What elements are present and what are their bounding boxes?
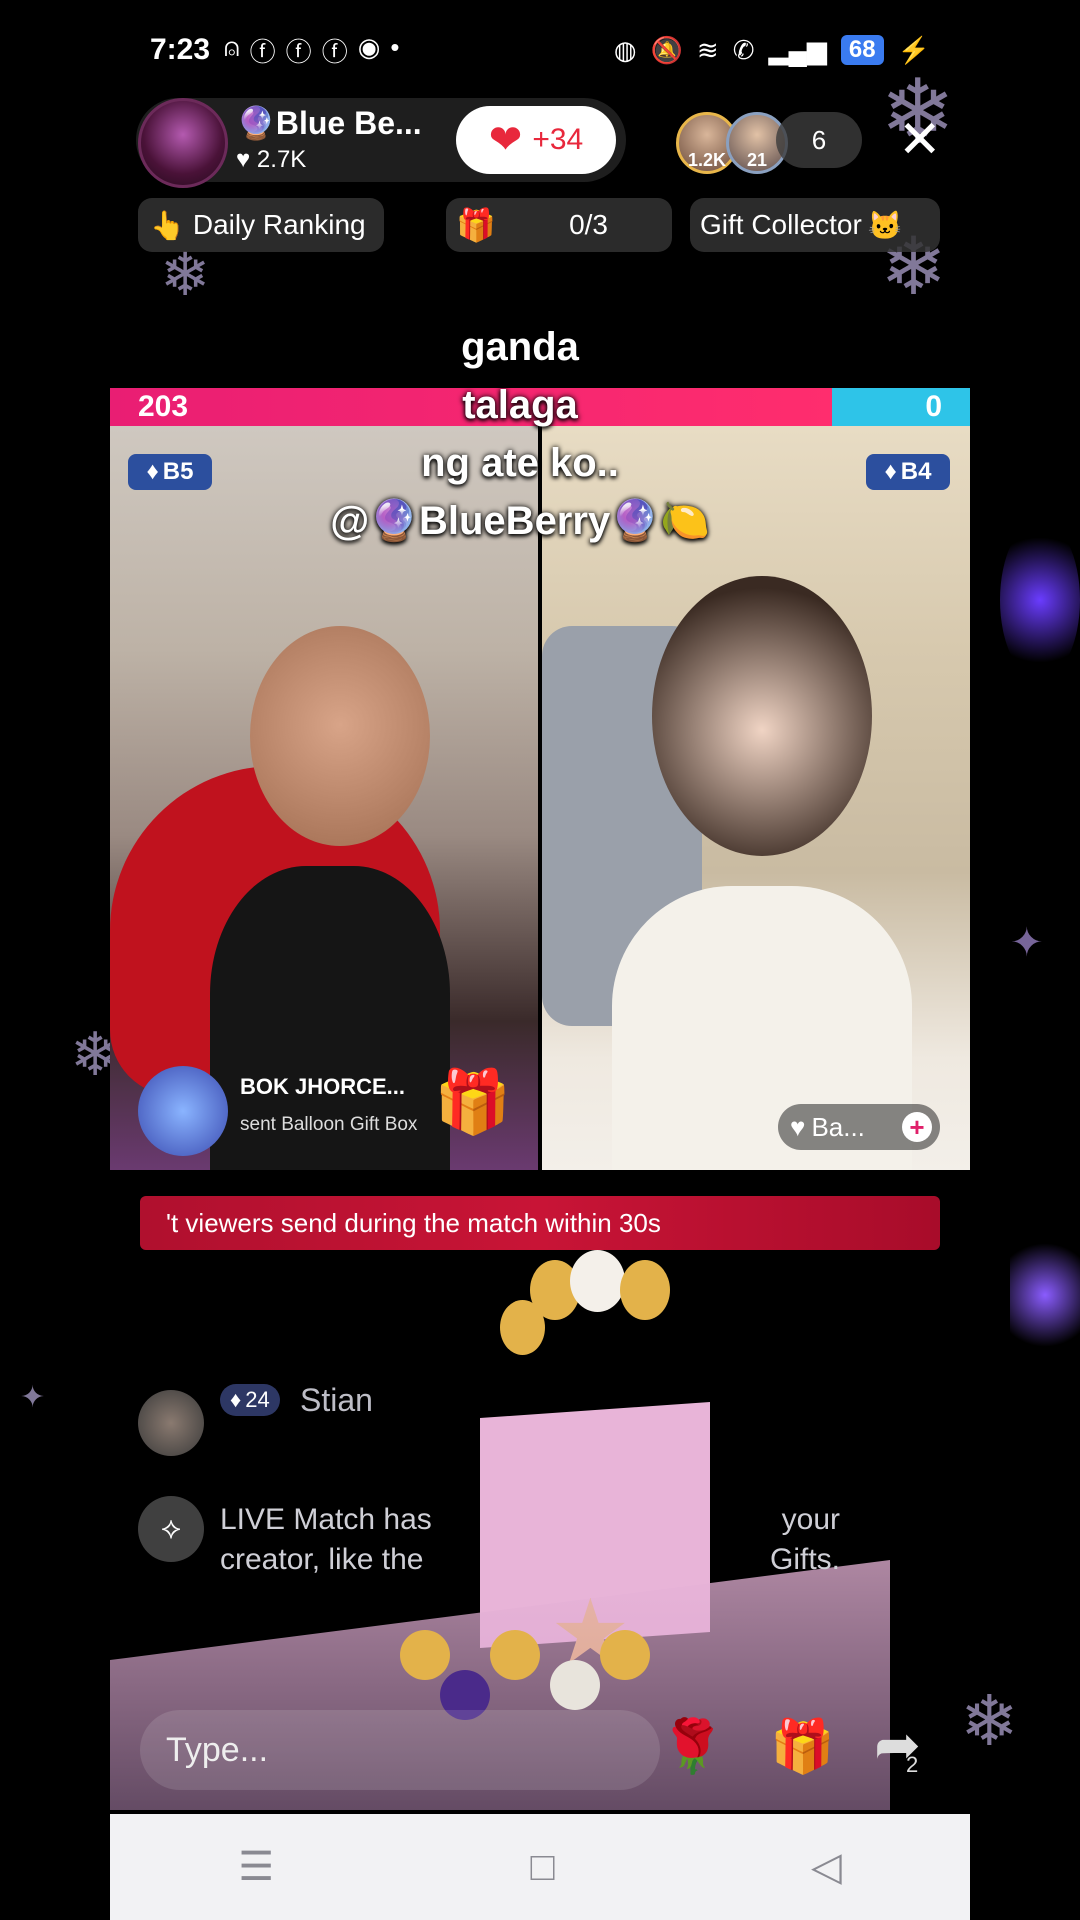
- badge-right: ♦ B4: [866, 454, 950, 490]
- task-progress-chip[interactable]: 🎁 0/3: [446, 198, 672, 252]
- vpn-icon: ◍: [613, 34, 637, 65]
- gift-collector-label: Gift Collector: [700, 209, 862, 240]
- hand-icon: 👆: [150, 209, 185, 241]
- system-nav-bar: ☰ □ ◁: [110, 1814, 970, 1920]
- gift-notification: BOK JHORCE... sent Balloon Gift Box 🎁: [138, 1066, 511, 1160]
- signal-icon: ▂▄▆: [768, 34, 827, 65]
- right-host-name: Ba...: [811, 1111, 865, 1142]
- commenter-avatar[interactable]: [138, 1390, 204, 1456]
- close-icon[interactable]: ✕: [898, 112, 942, 168]
- diamond-icon: ♦: [146, 458, 159, 485]
- home-icon[interactable]: □: [530, 1845, 554, 1890]
- caption-overlay: ganda talaga ng ate ko.. @🔮BlueBerry🔮🍋: [300, 318, 740, 550]
- caption-line: @🔮BlueBerry🔮🍋: [330, 499, 710, 543]
- host-face: [652, 576, 872, 856]
- comment-placeholder: Type...: [166, 1730, 269, 1769]
- glow-decoration: [1000, 520, 1080, 680]
- caption-line: ng ate ko..: [421, 441, 619, 485]
- follow-plus-icon[interactable]: +: [902, 1112, 932, 1142]
- system-icons: ◍ 🔕 ≋ ✆ ▂▄▆ 68 ⚡: [614, 35, 930, 66]
- snowflake-decoration: ❄: [960, 1682, 1019, 1760]
- live-msg-text: Gifts.: [769, 1543, 840, 1576]
- dot-icon: •: [390, 31, 400, 62]
- live-match-icon: ⟡: [138, 1496, 204, 1562]
- treasure-icon: 🎁: [456, 207, 496, 243]
- sparkle-decoration: ✦: [1010, 921, 1044, 965]
- heart-icon: ❤: [488, 118, 523, 162]
- facebook-icon: ⓕ: [249, 36, 276, 67]
- wifi-icon: ≋: [696, 34, 719, 65]
- commenter-name[interactable]: Stian: [300, 1382, 373, 1419]
- gift-icon[interactable]: 🎁: [770, 1716, 835, 1777]
- diamond-icon: ♦: [884, 458, 897, 485]
- like-button[interactable]: ❤ +34: [456, 106, 616, 174]
- live-msg-text: your: [781, 1503, 840, 1536]
- viewer-2-label: 21: [746, 150, 768, 170]
- host-likes: ♥ 2.7K: [236, 146, 306, 174]
- gift-text: sent Balloon Gift Box: [240, 1114, 418, 1135]
- heart-icon: ♥: [236, 146, 251, 173]
- viewer-count[interactable]: 6: [776, 112, 862, 168]
- butterfly-decoration: [1010, 1230, 1080, 1360]
- gift-box-icon: 🎁: [434, 1068, 512, 1137]
- back-icon[interactable]: ◁: [811, 1844, 842, 1890]
- facebook-icon: ⓕ: [321, 36, 348, 67]
- facebook-icon: ⓕ: [285, 36, 312, 67]
- diamond-icon: ♦: [230, 1387, 242, 1412]
- badge-left: ♦ B5: [128, 454, 212, 490]
- score-right: 0: [832, 388, 970, 426]
- comment-input[interactable]: Type...: [140, 1710, 660, 1790]
- daily-ranking-label: Daily Ranking: [192, 209, 366, 240]
- like-count: +34: [532, 123, 584, 156]
- person-icon: ⍝: [224, 31, 240, 62]
- live-match-message: LIVE Match has your creator, like the Gi…: [220, 1500, 840, 1580]
- host-name[interactable]: 🔮Blue Be...: [236, 104, 422, 142]
- viewer-1-label: 1.2K: [687, 150, 727, 170]
- caption-line: ganda: [461, 325, 579, 369]
- mute-icon: 🔕: [650, 34, 683, 65]
- right-host-name-tag[interactable]: ♥ Ba... +: [778, 1104, 940, 1150]
- sparkle-decoration: ✦: [20, 1381, 46, 1414]
- host-avatar[interactable]: [138, 98, 228, 188]
- badge-left-label: B5: [162, 458, 194, 485]
- badge-right-label: B4: [900, 458, 932, 485]
- sender-avatar: [138, 1066, 228, 1156]
- caption-line: talaga: [462, 383, 578, 427]
- share-count: 2: [906, 1752, 919, 1777]
- live-msg-text: creator, like the: [220, 1543, 424, 1576]
- gift-collector-chip[interactable]: Gift Collector 🐱: [690, 198, 940, 252]
- host-likes-count: 2.7K: [256, 146, 307, 173]
- rose-gift-icon[interactable]: 🌹: [660, 1716, 725, 1777]
- user-level: 24: [245, 1387, 270, 1412]
- gift-sender: BOK JHORCE...: [240, 1074, 406, 1099]
- notification-icons: ⍝ ⓕ ⓕ ⓕ ◉ •: [224, 32, 399, 69]
- user-level-badge: ♦ 24: [220, 1384, 280, 1416]
- host-face: [250, 626, 430, 846]
- call-icon: ✆: [732, 34, 755, 65]
- cat-icon: 🐱: [867, 209, 903, 241]
- status-time: 7:23: [150, 33, 211, 66]
- menu-icon[interactable]: ☰: [238, 1844, 274, 1890]
- live-msg-text: LIVE Match has: [220, 1503, 432, 1536]
- battery-level: 68: [840, 35, 884, 65]
- charging-icon: ⚡: [897, 34, 930, 65]
- daily-ranking-chip[interactable]: 👆 Daily Ranking: [138, 198, 384, 252]
- task-progress-label: 0/3: [569, 209, 608, 240]
- heart-icon: ♥: [790, 1111, 806, 1142]
- status-bar: 7:23 ⍝ ⓕ ⓕ ⓕ ◉ • ◍ 🔕 ≋ ✆ ▂▄▆ 68 ⚡: [150, 30, 930, 70]
- messenger-icon: ◉: [357, 31, 381, 62]
